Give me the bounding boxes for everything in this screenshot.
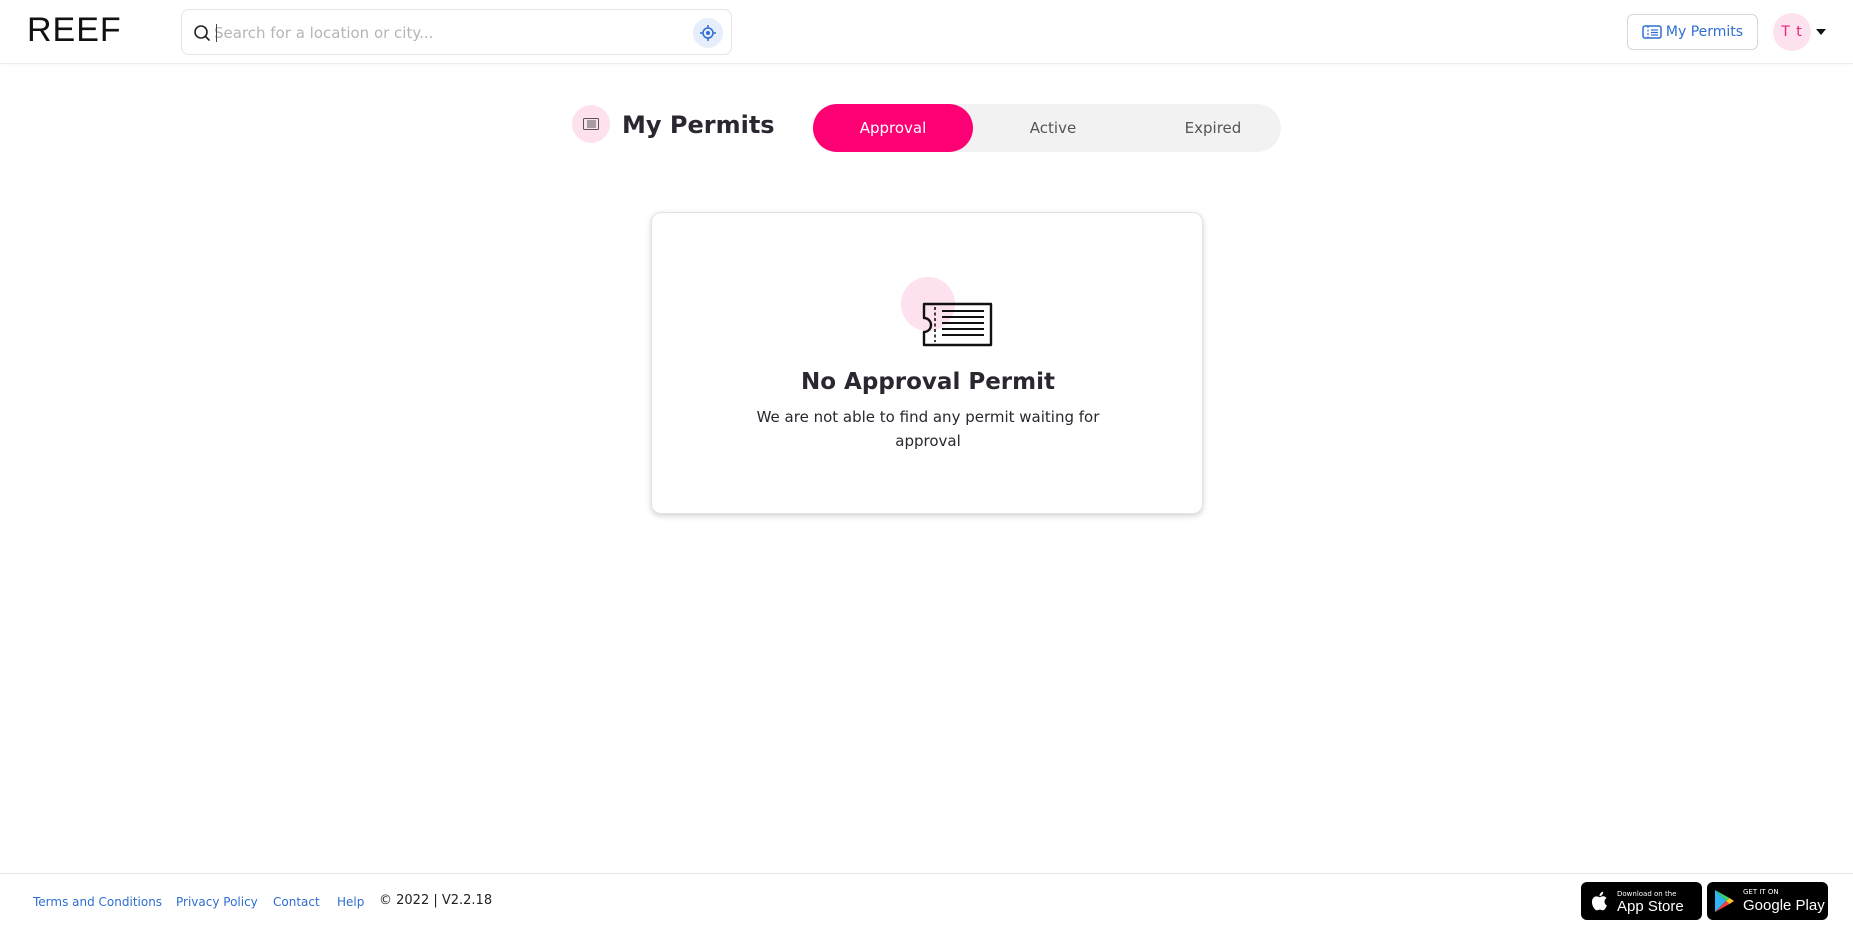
locate-icon [700, 25, 716, 41]
text-caret [216, 24, 217, 42]
footer-link-terms[interactable]: Terms and Conditions [33, 894, 162, 910]
copyright-version: © 2022 | V2.2.18 [379, 893, 493, 908]
tab-expired[interactable]: Expired [1133, 104, 1293, 152]
permit-icon [1642, 25, 1662, 39]
footer-link-contact[interactable]: Contact [273, 894, 320, 910]
reef-logo[interactable]: REEF [27, 12, 122, 48]
logo-text: REEF [27, 11, 122, 49]
empty-state-title: No Approval Permit [801, 369, 1055, 395]
google-play-big-text: Google Play [1743, 897, 1825, 914]
page-title-icon [572, 105, 610, 143]
footer-link-privacy[interactable]: Privacy Policy [176, 894, 258, 910]
app-store-small-text: Download on the [1617, 890, 1677, 898]
avatar-initials: T t [1781, 24, 1803, 40]
permit-tabs: Approval Active Expired [813, 104, 1281, 152]
google-play-badge[interactable]: GET IT ON Google Play [1707, 882, 1828, 920]
app-store-badge[interactable]: Download on the App Store [1581, 882, 1702, 920]
tab-active[interactable]: Active [973, 104, 1133, 152]
user-avatar[interactable]: T t [1773, 13, 1811, 51]
locate-button[interactable] [693, 18, 723, 48]
search-icon [194, 25, 210, 41]
page-title: My Permits [622, 111, 775, 139]
search-input[interactable] [214, 20, 664, 46]
google-play-icon [1715, 890, 1734, 912]
my-permits-button[interactable]: My Permits [1627, 14, 1758, 50]
app-store-big-text: App Store [1617, 898, 1684, 915]
footer: Terms and Conditions Privacy Policy Cont… [0, 873, 1853, 928]
ticket-icon [901, 277, 993, 347]
empty-state-card: No Approval Permit We are not able to fi… [651, 212, 1203, 514]
my-permits-label: My Permits [1665, 24, 1744, 40]
permit-icon [583, 118, 599, 130]
top-header: REEF My Permits [0, 0, 1853, 64]
empty-state-description: We are not able to find any permit waiti… [756, 408, 1100, 450]
google-play-small-text: GET IT ON [1743, 888, 1779, 896]
tab-approval[interactable]: Approval [813, 104, 973, 152]
chevron-down-icon[interactable] [1816, 29, 1826, 35]
search-bar [181, 9, 732, 55]
apple-icon [1591, 891, 1607, 911]
footer-link-help[interactable]: Help [337, 894, 364, 910]
